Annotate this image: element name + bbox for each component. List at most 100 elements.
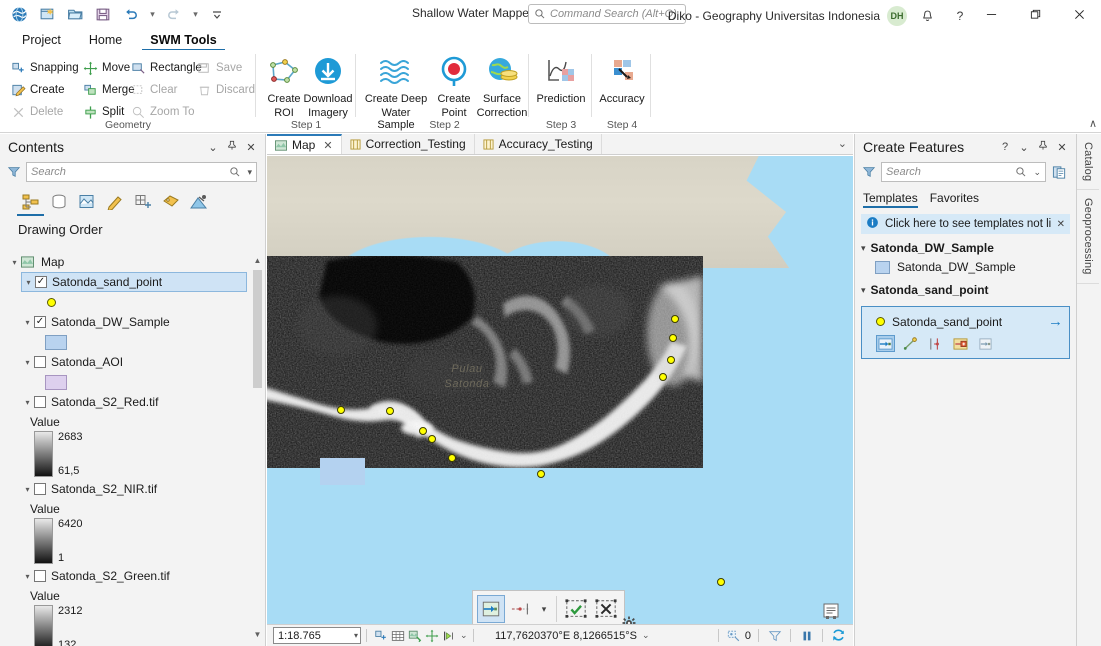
template-group-satonda-dw-sample[interactable]: ▾ Satonda_DW_Sample: [855, 234, 1076, 258]
sand-point-feature[interactable]: [717, 578, 725, 586]
notifications-bell-icon[interactable]: [914, 5, 940, 27]
ribbon-button-rectangle[interactable]: Rectangle: [130, 58, 202, 78]
tab-templates[interactable]: Templates: [863, 191, 918, 208]
ribbon-button-download-imagery[interactable]: Download Imagery: [300, 53, 356, 119]
sand-point-feature[interactable]: [659, 373, 667, 381]
sand-point-feature[interactable]: [419, 427, 427, 435]
template-satonda-sand-point-row[interactable]: Satonda_sand_point →: [876, 313, 1063, 330]
template-properties-arrow-icon[interactable]: →: [1048, 313, 1063, 330]
layer-visibility-checkbox[interactable]: [34, 483, 46, 495]
view-tab-map[interactable]: Map ✕: [267, 134, 342, 154]
chevron-down-icon[interactable]: ▾: [861, 243, 866, 254]
contents-scrollbar[interactable]: ▲ ▼: [252, 256, 263, 642]
pause-drawing-icon[interactable]: [798, 627, 815, 644]
toc-row-satonda-s2-red[interactable]: ▾ Satonda_S2_Red.tif: [21, 392, 265, 412]
cancel-edit-icon[interactable]: [592, 595, 620, 623]
ribbon-button-merge[interactable]: Merge: [82, 80, 135, 100]
expander-icon[interactable]: ▾: [22, 278, 35, 287]
finish-sketch-point-tool-icon[interactable]: [477, 595, 505, 623]
expander-icon[interactable]: ▾: [21, 572, 34, 581]
list-by-drawing-order-icon[interactable]: [17, 192, 44, 216]
dock-tab-geoprocessing[interactable]: Geoprocessing: [1077, 190, 1099, 284]
chevron-down-icon[interactable]: ▾: [861, 285, 866, 296]
scroll-up-arrow-icon[interactable]: ▲: [252, 256, 263, 268]
undo-dropdown-caret-icon[interactable]: ▾: [146, 2, 159, 26]
ribbon-button-create[interactable]: Create: [10, 80, 65, 100]
ribbon-button-move[interactable]: Move: [82, 58, 130, 78]
point-tool-icon[interactable]: [876, 335, 895, 352]
sketch-segment-tool-icon[interactable]: [507, 595, 535, 623]
map-scale-selector[interactable]: 1:18.765 ▾: [273, 627, 361, 644]
expander-icon[interactable]: ▾: [21, 358, 34, 367]
sand-point-feature[interactable]: [669, 334, 677, 342]
contents-menu-caret-icon[interactable]: ⌄: [205, 141, 221, 154]
layer-visibility-checkbox[interactable]: [34, 356, 46, 368]
layer-visibility-checkbox[interactable]: ✓: [34, 316, 46, 328]
sketch-options-caret-icon[interactable]: ▾: [537, 595, 551, 623]
finish-edit-icon[interactable]: [562, 595, 590, 623]
sand-point-feature[interactable]: [537, 470, 545, 478]
create-features-help-icon[interactable]: ?: [997, 141, 1013, 153]
layer-visibility-checkbox[interactable]: ✓: [35, 276, 47, 288]
create-features-close-icon[interactable]: ✕: [1054, 141, 1070, 154]
save-project-icon[interactable]: [90, 2, 116, 26]
contents-search-input[interactable]: Search ▾: [26, 162, 257, 182]
tab-project[interactable]: Project: [8, 31, 75, 50]
list-by-selection-icon[interactable]: [76, 192, 97, 212]
template-satonda-dw-sample[interactable]: Satonda_DW_Sample: [855, 258, 1076, 276]
sand-point-feature[interactable]: [428, 435, 436, 443]
toc-row-satonda-aoi[interactable]: ▾ Satonda_AOI: [21, 352, 265, 372]
scroll-down-arrow-icon[interactable]: ▼: [252, 630, 263, 642]
toc-row-satonda-s2-nir[interactable]: ▾ Satonda_S2_NIR.tif: [21, 479, 265, 499]
snapping-status-icon[interactable]: [372, 627, 389, 644]
selection-count-icon[interactable]: [726, 627, 743, 644]
arcgis-globe-icon[interactable]: [6, 2, 32, 26]
symbol-row-satonda-sand-point[interactable]: [8, 292, 265, 312]
view-tab-map-close-icon[interactable]: ✕: [323, 139, 332, 152]
templates-info-bar[interactable]: Click here to see templates not listed ✕: [861, 214, 1070, 234]
scrollbar-thumb[interactable]: [253, 270, 262, 388]
grid-status-icon[interactable]: [389, 627, 406, 644]
status-tools-caret-icon[interactable]: ⌄: [460, 630, 468, 641]
manage-templates-icon[interactable]: [1050, 165, 1068, 180]
new-project-icon[interactable]: [34, 2, 60, 26]
filter-funnel-icon[interactable]: [6, 164, 22, 180]
tab-swm-tools[interactable]: SWM Tools: [136, 31, 230, 51]
template-group-satonda-sand-point[interactable]: ▾ Satonda_sand_point: [855, 276, 1076, 300]
collapse-ribbon-button[interactable]: ∧: [1089, 117, 1097, 130]
expander-icon[interactable]: ▾: [8, 258, 21, 267]
sand-point-feature[interactable]: [337, 406, 345, 414]
minimize-button[interactable]: [969, 0, 1013, 28]
map-coordinates-display[interactable]: 117,7620370°E 8,1266515°S ⌄: [495, 630, 650, 642]
map-notes-icon[interactable]: [821, 602, 841, 620]
templates-info-close-icon[interactable]: ✕: [1057, 219, 1065, 230]
toc-row-satonda-sand-point[interactable]: ▾ ✓ Satonda_sand_point: [21, 272, 247, 292]
list-by-data-source-icon[interactable]: [48, 192, 69, 212]
redo-dropdown-caret-icon[interactable]: ▾: [189, 2, 202, 26]
command-search-input[interactable]: Command Search (Alt+Q): [528, 4, 686, 24]
clear-selection-icon[interactable]: [766, 627, 783, 644]
template-satonda-sand-point-selected[interactable]: Satonda_sand_point →: [861, 306, 1070, 359]
expander-icon[interactable]: ▾: [21, 485, 34, 494]
layer-visibility-checkbox[interactable]: [34, 570, 46, 582]
layer-visibility-checkbox[interactable]: [34, 396, 46, 408]
expander-icon[interactable]: ▾: [21, 398, 34, 407]
measure-status-icon[interactable]: [440, 627, 457, 644]
contents-search-caret-icon[interactable]: ▾: [247, 167, 252, 178]
expander-icon[interactable]: ▾: [21, 318, 34, 327]
list-by-diagram-icon[interactable]: [188, 192, 209, 212]
avatar[interactable]: DH: [887, 6, 907, 26]
map-scale-caret-icon[interactable]: ▾: [354, 631, 358, 640]
sand-point-feature[interactable]: [448, 454, 456, 462]
contents-pin-icon[interactable]: [224, 140, 240, 154]
point-at-intersection-tool-icon[interactable]: [926, 335, 945, 352]
toc-row-satonda-s2-green[interactable]: ▾ Satonda_S2_Green.tif: [21, 566, 265, 586]
create-features-menu-caret-icon[interactable]: ⌄: [1016, 141, 1032, 154]
symbol-row-satonda-aoi[interactable]: [8, 372, 265, 392]
create-features-search-caret-icon[interactable]: ⌄: [1033, 167, 1041, 178]
deep-water-sample-polygon[interactable]: [320, 458, 365, 485]
open-project-icon[interactable]: [62, 2, 88, 26]
map-coordinates-caret-icon[interactable]: ⌄: [642, 630, 650, 641]
toc-row-satonda-dw-sample[interactable]: ▾ ✓ Satonda_DW_Sample: [21, 312, 265, 332]
toc-row-map[interactable]: ▾ Map: [8, 252, 265, 272]
